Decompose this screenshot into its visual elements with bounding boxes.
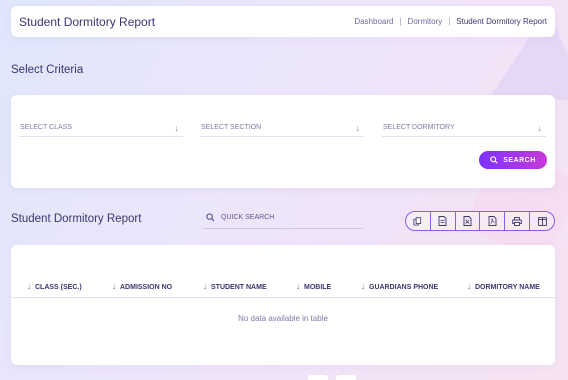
csv-icon bbox=[438, 216, 447, 226]
search-button[interactable]: SEARCH bbox=[479, 151, 547, 169]
select-section-placeholder: SELECT SECTION bbox=[201, 124, 262, 131]
copy-icon bbox=[413, 216, 422, 226]
criteria-title: Select Criteria bbox=[11, 64, 84, 76]
column-header-student-name[interactable]: ↓ STUDENT NAME bbox=[203, 282, 267, 291]
quick-search[interactable] bbox=[203, 207, 363, 229]
page-title: Student Dormitory Report bbox=[19, 14, 156, 29]
search-icon bbox=[206, 213, 215, 222]
column-header-guardians-phone[interactable]: ↓ GUARDIANS PHONE bbox=[361, 282, 438, 291]
select-class[interactable]: SELECT CLASS ↓ bbox=[19, 119, 183, 137]
sort-arrow-icon: ↓ bbox=[112, 282, 116, 291]
criteria-card: SELECT CLASS ↓ SELECT SECTION ↓ SELECT D… bbox=[11, 95, 555, 188]
breadcrumb-dormitory[interactable]: Dormitory bbox=[408, 17, 443, 26]
export-toolbar bbox=[405, 211, 555, 231]
breadcrumb-separator: | bbox=[448, 17, 451, 26]
column-header-label: GUARDIANS PHONE bbox=[369, 284, 439, 291]
column-header-label: CLASS (SEC.) bbox=[35, 284, 82, 291]
columns-button[interactable] bbox=[530, 212, 554, 230]
search-button-label: SEARCH bbox=[503, 156, 536, 164]
search-icon bbox=[490, 156, 498, 164]
column-header-label: STUDENT NAME bbox=[211, 284, 267, 291]
page-header: Student Dormitory Report Dashboard | Dor… bbox=[11, 6, 555, 37]
empty-table-message: No data available in table bbox=[238, 314, 328, 323]
select-dormitory-placeholder: SELECT DORMITORY bbox=[383, 124, 455, 131]
sort-arrow-icon: ↓ bbox=[467, 282, 471, 291]
sort-arrow-icon: ↓ bbox=[296, 282, 300, 291]
pdf-button[interactable] bbox=[480, 212, 506, 230]
excel-icon bbox=[463, 216, 472, 226]
arrow-down-icon: ↓ bbox=[537, 122, 543, 133]
csv-button[interactable] bbox=[431, 212, 456, 230]
breadcrumb-separator: | bbox=[399, 17, 402, 26]
report-title: Student Dormitory Report bbox=[11, 213, 142, 225]
column-header-class[interactable]: ↓ CLASS (SEC.) bbox=[27, 282, 82, 291]
quick-search-input[interactable] bbox=[221, 214, 351, 221]
sort-arrow-icon: ↓ bbox=[27, 282, 31, 291]
sort-arrow-icon: ↓ bbox=[203, 282, 207, 291]
pagination-button[interactable] bbox=[336, 375, 356, 380]
column-header-label: ADMISSION NO bbox=[120, 284, 173, 291]
report-table: ↓ CLASS (SEC.) ↓ ADMISSION NO ↓ STUDENT NAM… bbox=[11, 245, 555, 365]
select-section[interactable]: SELECT SECTION ↓ bbox=[200, 119, 364, 137]
print-button[interactable] bbox=[505, 212, 531, 230]
arrow-down-icon: ↓ bbox=[174, 122, 180, 133]
copy-button[interactable] bbox=[406, 212, 431, 230]
breadcrumb-current: Student Dormitory Report bbox=[456, 17, 547, 26]
table-header-row: ↓ CLASS (SEC.) ↓ ADMISSION NO ↓ STUDENT NAM… bbox=[11, 278, 555, 298]
select-dormitory[interactable]: SELECT DORMITORY ↓ bbox=[382, 119, 546, 137]
sort-arrow-icon: ↓ bbox=[361, 282, 365, 291]
pagination-button[interactable] bbox=[308, 375, 328, 380]
column-header-admission[interactable]: ↓ ADMISSION NO bbox=[112, 282, 172, 291]
columns-icon bbox=[537, 216, 547, 226]
breadcrumb: Dashboard | Dormitory | Student Dormitor… bbox=[354, 17, 547, 26]
print-icon bbox=[512, 216, 522, 226]
breadcrumb-dashboard[interactable]: Dashboard bbox=[354, 17, 393, 26]
excel-button[interactable] bbox=[456, 212, 481, 230]
column-header-mobile[interactable]: ↓ MOBILE bbox=[296, 282, 331, 291]
arrow-down-icon: ↓ bbox=[355, 122, 361, 133]
select-class-placeholder: SELECT CLASS bbox=[20, 124, 73, 131]
column-header-label: DORMITORY NAME bbox=[475, 284, 540, 291]
column-header-label: MOBILE bbox=[304, 284, 332, 291]
pdf-icon bbox=[488, 216, 497, 226]
column-header-dormitory-name[interactable]: ↓ DORMITORY NAME bbox=[467, 282, 540, 291]
